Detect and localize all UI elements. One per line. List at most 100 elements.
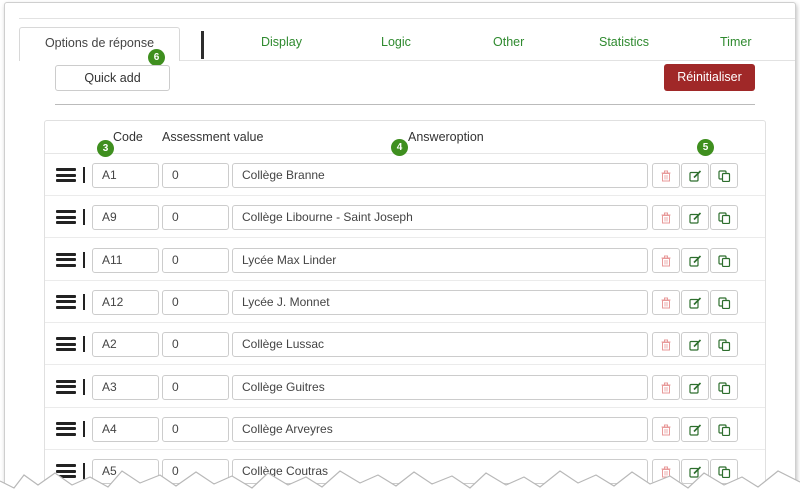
drag-bar bbox=[83, 378, 85, 395]
copy-icon bbox=[718, 212, 731, 225]
copy-button[interactable] bbox=[710, 247, 738, 273]
edit-icon bbox=[689, 212, 702, 224]
edit-icon bbox=[689, 424, 702, 436]
drag-bar bbox=[83, 251, 85, 268]
answer-option-input[interactable]: Lycée Max Linder bbox=[232, 247, 648, 273]
answer-option-input[interactable]: Collège Guitres bbox=[232, 374, 648, 400]
answer-option-input[interactable]: Collège Libourne - Saint Joseph bbox=[232, 205, 648, 231]
trash-icon bbox=[661, 170, 671, 182]
trash-icon bbox=[661, 297, 671, 309]
edit-icon bbox=[689, 339, 702, 351]
code-input[interactable]: A1 bbox=[92, 163, 159, 188]
copy-button[interactable] bbox=[710, 332, 738, 358]
copy-button[interactable] bbox=[710, 416, 738, 442]
edit-button[interactable] bbox=[681, 374, 709, 400]
drag-handle-icon[interactable] bbox=[56, 379, 76, 394]
table-row: A12 0 Lycée J. Monnet bbox=[45, 281, 765, 323]
edit-button[interactable] bbox=[681, 247, 709, 273]
edit-button[interactable] bbox=[681, 205, 709, 231]
edit-icon bbox=[689, 255, 702, 267]
trash-icon bbox=[661, 255, 671, 267]
assessment-input[interactable]: 0 bbox=[162, 163, 229, 188]
copy-icon bbox=[718, 424, 731, 436]
tab-other[interactable]: Other bbox=[493, 35, 524, 49]
tab-timer[interactable]: Timer bbox=[720, 35, 751, 49]
tab-bar: Options de réponse Display Logic Other S… bbox=[19, 25, 795, 61]
copy-icon bbox=[718, 339, 731, 352]
drag-handle-icon[interactable] bbox=[56, 168, 76, 182]
copy-icon bbox=[718, 170, 731, 182]
tab-separator bbox=[201, 31, 204, 59]
table-row: A4 0 Collège Arveyres bbox=[45, 408, 765, 450]
code-input[interactable]: A4 bbox=[92, 416, 159, 442]
assessment-input[interactable]: 0 bbox=[162, 332, 229, 358]
answer-option-input[interactable]: Collège Arveyres bbox=[232, 416, 648, 442]
edit-button[interactable] bbox=[681, 332, 709, 358]
table-row: A11 0 Lycée Max Linder bbox=[45, 239, 765, 281]
edit-icon bbox=[689, 381, 702, 394]
code-input[interactable]: A12 bbox=[92, 289, 159, 315]
quick-add-button[interactable]: Quick add bbox=[55, 65, 170, 91]
copy-button[interactable] bbox=[710, 205, 738, 231]
trash-icon bbox=[661, 212, 671, 224]
copy-icon bbox=[718, 381, 731, 394]
delete-button[interactable] bbox=[652, 416, 680, 442]
copy-button[interactable] bbox=[710, 374, 738, 400]
answer-options-panel: Options de réponse Display Logic Other S… bbox=[4, 2, 796, 492]
code-input[interactable]: A2 bbox=[92, 332, 159, 358]
toolbar-divider bbox=[55, 104, 755, 105]
drag-handle-icon[interactable] bbox=[56, 421, 76, 436]
code-input[interactable]: A9 bbox=[92, 205, 159, 231]
drag-handle-icon[interactable] bbox=[56, 210, 76, 225]
drag-bar bbox=[83, 420, 85, 437]
drag-bar bbox=[83, 167, 85, 183]
tab-badge: 6 bbox=[148, 49, 165, 66]
assessment-input[interactable]: 0 bbox=[162, 247, 229, 273]
trash-icon bbox=[661, 424, 671, 436]
drag-bar bbox=[83, 209, 85, 226]
reset-button[interactable]: Réinitialiser bbox=[664, 64, 755, 91]
drag-handle-icon[interactable] bbox=[56, 337, 76, 352]
tab-statistics[interactable]: Statistics bbox=[599, 35, 649, 49]
delete-button[interactable] bbox=[652, 289, 680, 315]
drag-handle-icon[interactable] bbox=[56, 252, 76, 267]
table-row: A1 0 Collège Branne bbox=[45, 154, 765, 196]
code-input[interactable]: A3 bbox=[92, 374, 159, 400]
drag-handle-icon[interactable] bbox=[56, 294, 76, 309]
delete-button[interactable] bbox=[652, 205, 680, 231]
answer-option-input[interactable]: Lycée J. Monnet bbox=[232, 289, 648, 315]
trash-icon bbox=[661, 339, 671, 351]
table-row: A9 0 Collège Libourne - Saint Joseph bbox=[45, 196, 765, 239]
torn-edge bbox=[0, 470, 800, 498]
edit-button[interactable] bbox=[681, 416, 709, 442]
table-row: A2 0 Collège Lussac bbox=[45, 323, 765, 366]
answer-option-input[interactable]: Collège Lussac bbox=[232, 332, 648, 358]
trash-icon bbox=[661, 382, 671, 393]
edit-button[interactable] bbox=[681, 289, 709, 315]
tab-underline bbox=[180, 60, 795, 61]
delete-button[interactable] bbox=[652, 332, 680, 358]
copy-button[interactable] bbox=[710, 163, 738, 188]
assessment-input[interactable]: 0 bbox=[162, 374, 229, 400]
assessment-input[interactable]: 0 bbox=[162, 416, 229, 442]
assessment-input[interactable]: 0 bbox=[162, 289, 229, 315]
drag-bar bbox=[83, 336, 85, 353]
header-answer: Answeroption bbox=[408, 130, 484, 144]
assessment-input[interactable]: 0 bbox=[162, 205, 229, 231]
table-row: A3 0 Collège Guitres bbox=[45, 366, 765, 408]
edit-icon bbox=[689, 170, 702, 182]
answer-option-input[interactable]: Collège Branne bbox=[232, 163, 648, 188]
delete-button[interactable] bbox=[652, 374, 680, 400]
delete-button[interactable] bbox=[652, 247, 680, 273]
drag-bar bbox=[83, 293, 85, 310]
code-input[interactable]: A11 bbox=[92, 247, 159, 273]
edit-icon bbox=[689, 297, 702, 309]
delete-button[interactable] bbox=[652, 163, 680, 188]
header-assessment: Assessment value bbox=[162, 130, 264, 144]
header-code: Code bbox=[113, 130, 143, 144]
copy-button[interactable] bbox=[710, 289, 738, 315]
tab-display[interactable]: Display bbox=[261, 35, 302, 49]
edit-button[interactable] bbox=[681, 163, 709, 188]
copy-icon bbox=[718, 297, 731, 309]
tab-logic[interactable]: Logic bbox=[381, 35, 411, 49]
